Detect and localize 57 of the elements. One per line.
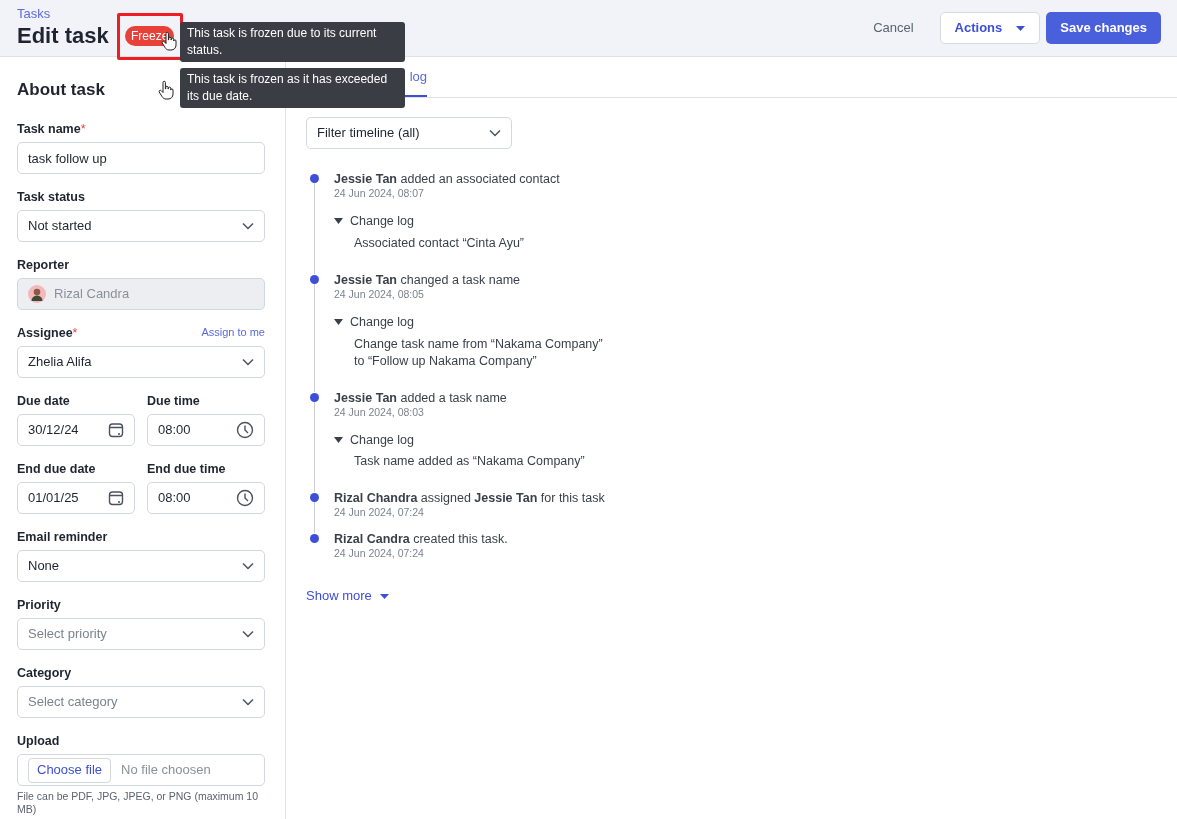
- activity-text: Rizal Candra created this task.: [334, 531, 509, 548]
- field-label: Category: [17, 666, 72, 680]
- actions-button[interactable]: Actions: [939, 12, 1041, 44]
- change-log-toggle[interactable]: Change log: [334, 312, 414, 332]
- required-mark: *: [80, 122, 86, 136]
- activity-text: Jessie Tan added a task name: [334, 389, 508, 406]
- filter-dropdown[interactable]: Filter timeline (all): [306, 117, 512, 149]
- change-log-toggle[interactable]: Change log: [334, 212, 414, 231]
- choose-file-button[interactable]: Choose file: [28, 757, 112, 783]
- field-label: Reporter: [17, 258, 70, 272]
- date-field[interactable]: 01/01/25: [17, 482, 135, 514]
- field-label: Due time: [147, 394, 200, 408]
- change-log-toggle[interactable]: Change log: [334, 430, 414, 450]
- change-log-text: Change task name from “Nakama Company”: [354, 335, 604, 353]
- field-label: End due time: [147, 462, 226, 476]
- select-dropdown[interactable]: Select category: [17, 686, 265, 718]
- disabled-field: Rizal Candra: [17, 278, 265, 310]
- time-field[interactable]: 08:00: [147, 414, 265, 446]
- breadcrumb-link[interactable]: Tasks: [17, 6, 51, 22]
- helper-text: File can be PDF, JPG, JPEG, or PNG (maximum 10 MB): [17, 790, 259, 816]
- field-label: Task name: [17, 122, 81, 136]
- timestamp: 24 Jun 2024, 07:24: [334, 506, 425, 520]
- field-label: Assignee: [17, 326, 73, 340]
- field-label: Task status: [17, 190, 85, 204]
- tab[interactable]: log: [409, 69, 427, 85]
- time-field[interactable]: 08:00: [147, 482, 265, 514]
- save-button[interactable]: Save changes: [1046, 12, 1161, 44]
- page-title: Edit task: [17, 22, 109, 50]
- select-dropdown[interactable]: Zhelia Alifa: [17, 346, 265, 378]
- timestamp: 24 Jun 2024, 07:24: [334, 547, 425, 561]
- select-dropdown[interactable]: Select priority: [17, 618, 265, 650]
- activity-text: Rizal Chandra assigned Jessie Tan for this task: [334, 490, 606, 507]
- activity-text: Jessie Tan added an associated contact: [334, 171, 561, 187]
- timestamp: 24 Jun 2024, 08:03: [334, 405, 425, 419]
- field-label: End due date: [17, 462, 96, 476]
- field-label: Email reminder: [17, 530, 108, 544]
- assign-to-me-link[interactable]: Assign to me: [201, 323, 265, 340]
- change-log-text: to “Follow up Nakama Company”: [354, 352, 538, 370]
- activity-text: Jessie Tan changed a task name: [334, 271, 521, 288]
- field-label: Due date: [17, 394, 70, 408]
- required-mark: *: [72, 326, 78, 340]
- select-dropdown[interactable]: None: [17, 550, 265, 582]
- show-more-link[interactable]: Show more: [306, 586, 389, 606]
- field-label: Upload: [17, 734, 60, 748]
- tooltip: This task is frozen due to its current status.: [180, 22, 405, 62]
- change-log-text: Task name added as “Nakama Company”: [354, 453, 586, 471]
- change-log-text: Associated contact “Cinta Ayu”: [354, 234, 525, 252]
- timestamp: 24 Jun 2024, 08:07: [334, 187, 425, 200]
- text-input[interactable]: task follow up: [17, 142, 265, 174]
- select-dropdown[interactable]: Not started: [17, 210, 265, 242]
- section-heading: About task: [17, 79, 105, 101]
- timestamp: 24 Jun 2024, 08:05: [334, 287, 425, 301]
- cancel-button[interactable]: Cancel: [853, 10, 934, 46]
- tooltip: This task is frozen as it has exceeded its due date.: [180, 68, 405, 108]
- field-label: Priority: [17, 598, 61, 612]
- file-input[interactable]: Choose file No file choosen: [17, 754, 265, 786]
- date-field[interactable]: 30/12/24: [17, 414, 135, 446]
